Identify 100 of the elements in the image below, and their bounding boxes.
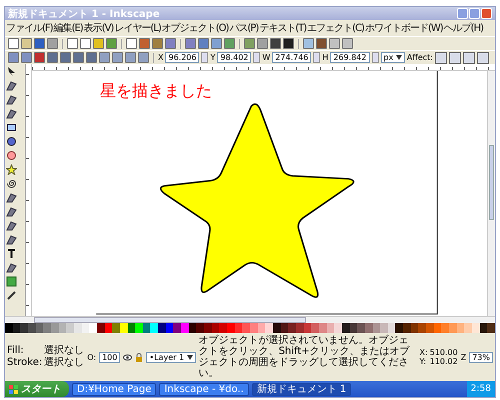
menu-item[interactable]: 編集(E) [54, 21, 83, 35]
opacity-field[interactable]: 100 [99, 352, 120, 362]
color-swatch[interactable] [196, 323, 204, 333]
menu-item[interactable]: テキスト(T) [259, 21, 306, 35]
spin-button[interactable] [313, 52, 320, 63]
zoom-label: Z [460, 352, 466, 362]
color-swatch[interactable] [181, 323, 189, 333]
color-swatch[interactable] [66, 323, 74, 333]
menu-item[interactable]: オブジェクト(O) [162, 21, 228, 35]
fill-label: Fill: [7, 345, 25, 357]
menu-item[interactable]: ヘルプ(H) [444, 21, 483, 35]
color-swatch[interactable] [43, 323, 51, 333]
canvas-text[interactable]: 星を描きました [100, 81, 212, 102]
toolbar-icon[interactable] [21, 38, 32, 49]
toolbar-icon[interactable] [270, 38, 281, 49]
eye-icon[interactable] [123, 352, 132, 362]
color-swatch[interactable] [403, 323, 411, 333]
toggle-button[interactable] [449, 52, 461, 64]
minimize-button[interactable] [457, 8, 468, 19]
toggle-button[interactable] [477, 52, 489, 64]
x-label: X [158, 53, 164, 62]
color-swatch[interactable] [426, 323, 434, 333]
star-tool-icon[interactable] [6, 164, 17, 175]
menu-item[interactable]: ファイル(F) [6, 21, 53, 35]
color-swatch[interactable] [227, 323, 235, 333]
toggle-button[interactable] [435, 52, 447, 64]
layer-dropdown[interactable]: •Layer 1 [146, 352, 196, 362]
color-swatch[interactable] [311, 323, 319, 333]
color-swatch[interactable] [441, 323, 450, 333]
stroke-label: Stroke: [7, 357, 42, 369]
vertical-scrollbar[interactable] [487, 71, 495, 316]
toolbar-icon[interactable] [67, 38, 78, 49]
maximize-button[interactable] [469, 8, 480, 19]
circle-tool-icon[interactable] [6, 150, 17, 161]
opacity-label: O: [87, 352, 96, 362]
color-swatch[interactable] [357, 323, 365, 333]
color-swatch[interactable] [464, 323, 472, 333]
color-swatch[interactable] [265, 323, 273, 333]
toolbar-icon[interactable] [126, 38, 137, 49]
rectangle-tool-icon[interactable] [6, 122, 17, 133]
unit-dropdown[interactable]: px [380, 52, 405, 63]
text-tool-icon[interactable] [6, 248, 17, 259]
horizontal-scrollbar[interactable] [5, 316, 495, 323]
color-swatch[interactable] [204, 323, 212, 333]
menu-item[interactable]: エフェクト(C) [307, 21, 364, 35]
color-swatch[interactable] [20, 323, 28, 333]
color-swatch[interactable] [334, 323, 342, 333]
toolbar-icon[interactable] [329, 38, 340, 49]
height-field[interactable]: 269.842 [330, 52, 370, 63]
taskbar-button[interactable]: D:¥Home Page [72, 382, 156, 396]
arrow-tool-icon[interactable] [6, 66, 17, 77]
width-field[interactable]: 274.746 [272, 52, 312, 63]
color-swatch[interactable] [288, 323, 296, 333]
color-swatch[interactable] [472, 323, 480, 333]
color-swatch[interactable] [219, 323, 228, 333]
color-swatch[interactable] [380, 323, 388, 333]
spin-button[interactable] [201, 52, 208, 63]
lock-icon[interactable] [135, 352, 144, 362]
window-title: 新規ドキュメント 1 - Inkscape [8, 7, 160, 20]
color-swatch[interactable] [5, 323, 13, 333]
menu-item[interactable]: パス(P) [229, 21, 258, 35]
clock: 2:58 [470, 384, 491, 394]
color-swatch[interactable] [242, 323, 250, 333]
sphere-tool-icon[interactable] [6, 136, 17, 147]
color-swatch[interactable] [395, 323, 404, 333]
color-swatch[interactable] [89, 323, 97, 333]
toolbar-icon[interactable] [8, 38, 19, 49]
spiral-tool-icon[interactable] [6, 178, 17, 189]
toolbar-icon[interactable] [93, 38, 104, 49]
color-swatch[interactable] [250, 323, 258, 333]
color-swatch[interactable] [112, 323, 120, 333]
toolbar-icon[interactable] [283, 38, 294, 49]
spin-button[interactable] [372, 52, 378, 63]
toolbar-icon[interactable] [80, 38, 91, 49]
color-swatch[interactable] [418, 323, 426, 333]
toolbar-icon[interactable] [303, 38, 314, 49]
star-shape[interactable] [160, 103, 354, 298]
x-coordinate: 510.00 [430, 348, 458, 357]
color-swatch[interactable] [487, 323, 495, 333]
color-swatch[interactable] [173, 323, 182, 333]
close-button[interactable] [481, 8, 492, 19]
menu-item[interactable]: ホワイトボード(W) [364, 21, 443, 35]
toolbar-icon[interactable] [342, 38, 353, 49]
toggle-button[interactable] [463, 52, 475, 64]
x-field[interactable]: 96.206 [165, 52, 200, 63]
y-field[interactable]: 98.402 [217, 52, 252, 63]
fill-value: 選択なし [44, 345, 84, 357]
color-swatch[interactable] [150, 323, 158, 333]
zoom-field[interactable]: 73% [469, 352, 493, 362]
caret-icon [186, 354, 193, 360]
taskbar-button[interactable]: 新規ドキュメント 1 [252, 382, 352, 396]
spin-button[interactable] [253, 52, 260, 63]
y-label: Y [210, 53, 216, 62]
color-swatch[interactable] [158, 323, 166, 333]
menu-item[interactable]: レイヤー(L) [114, 21, 161, 35]
color-swatch[interactable] [135, 323, 143, 333]
taskbar-button[interactable]: Inkscape - ¥do.. [159, 382, 249, 396]
color-swatch[interactable] [449, 323, 457, 333]
start-button[interactable]: スタート [5, 381, 69, 397]
menu-item[interactable]: 表示(V) [84, 21, 114, 35]
